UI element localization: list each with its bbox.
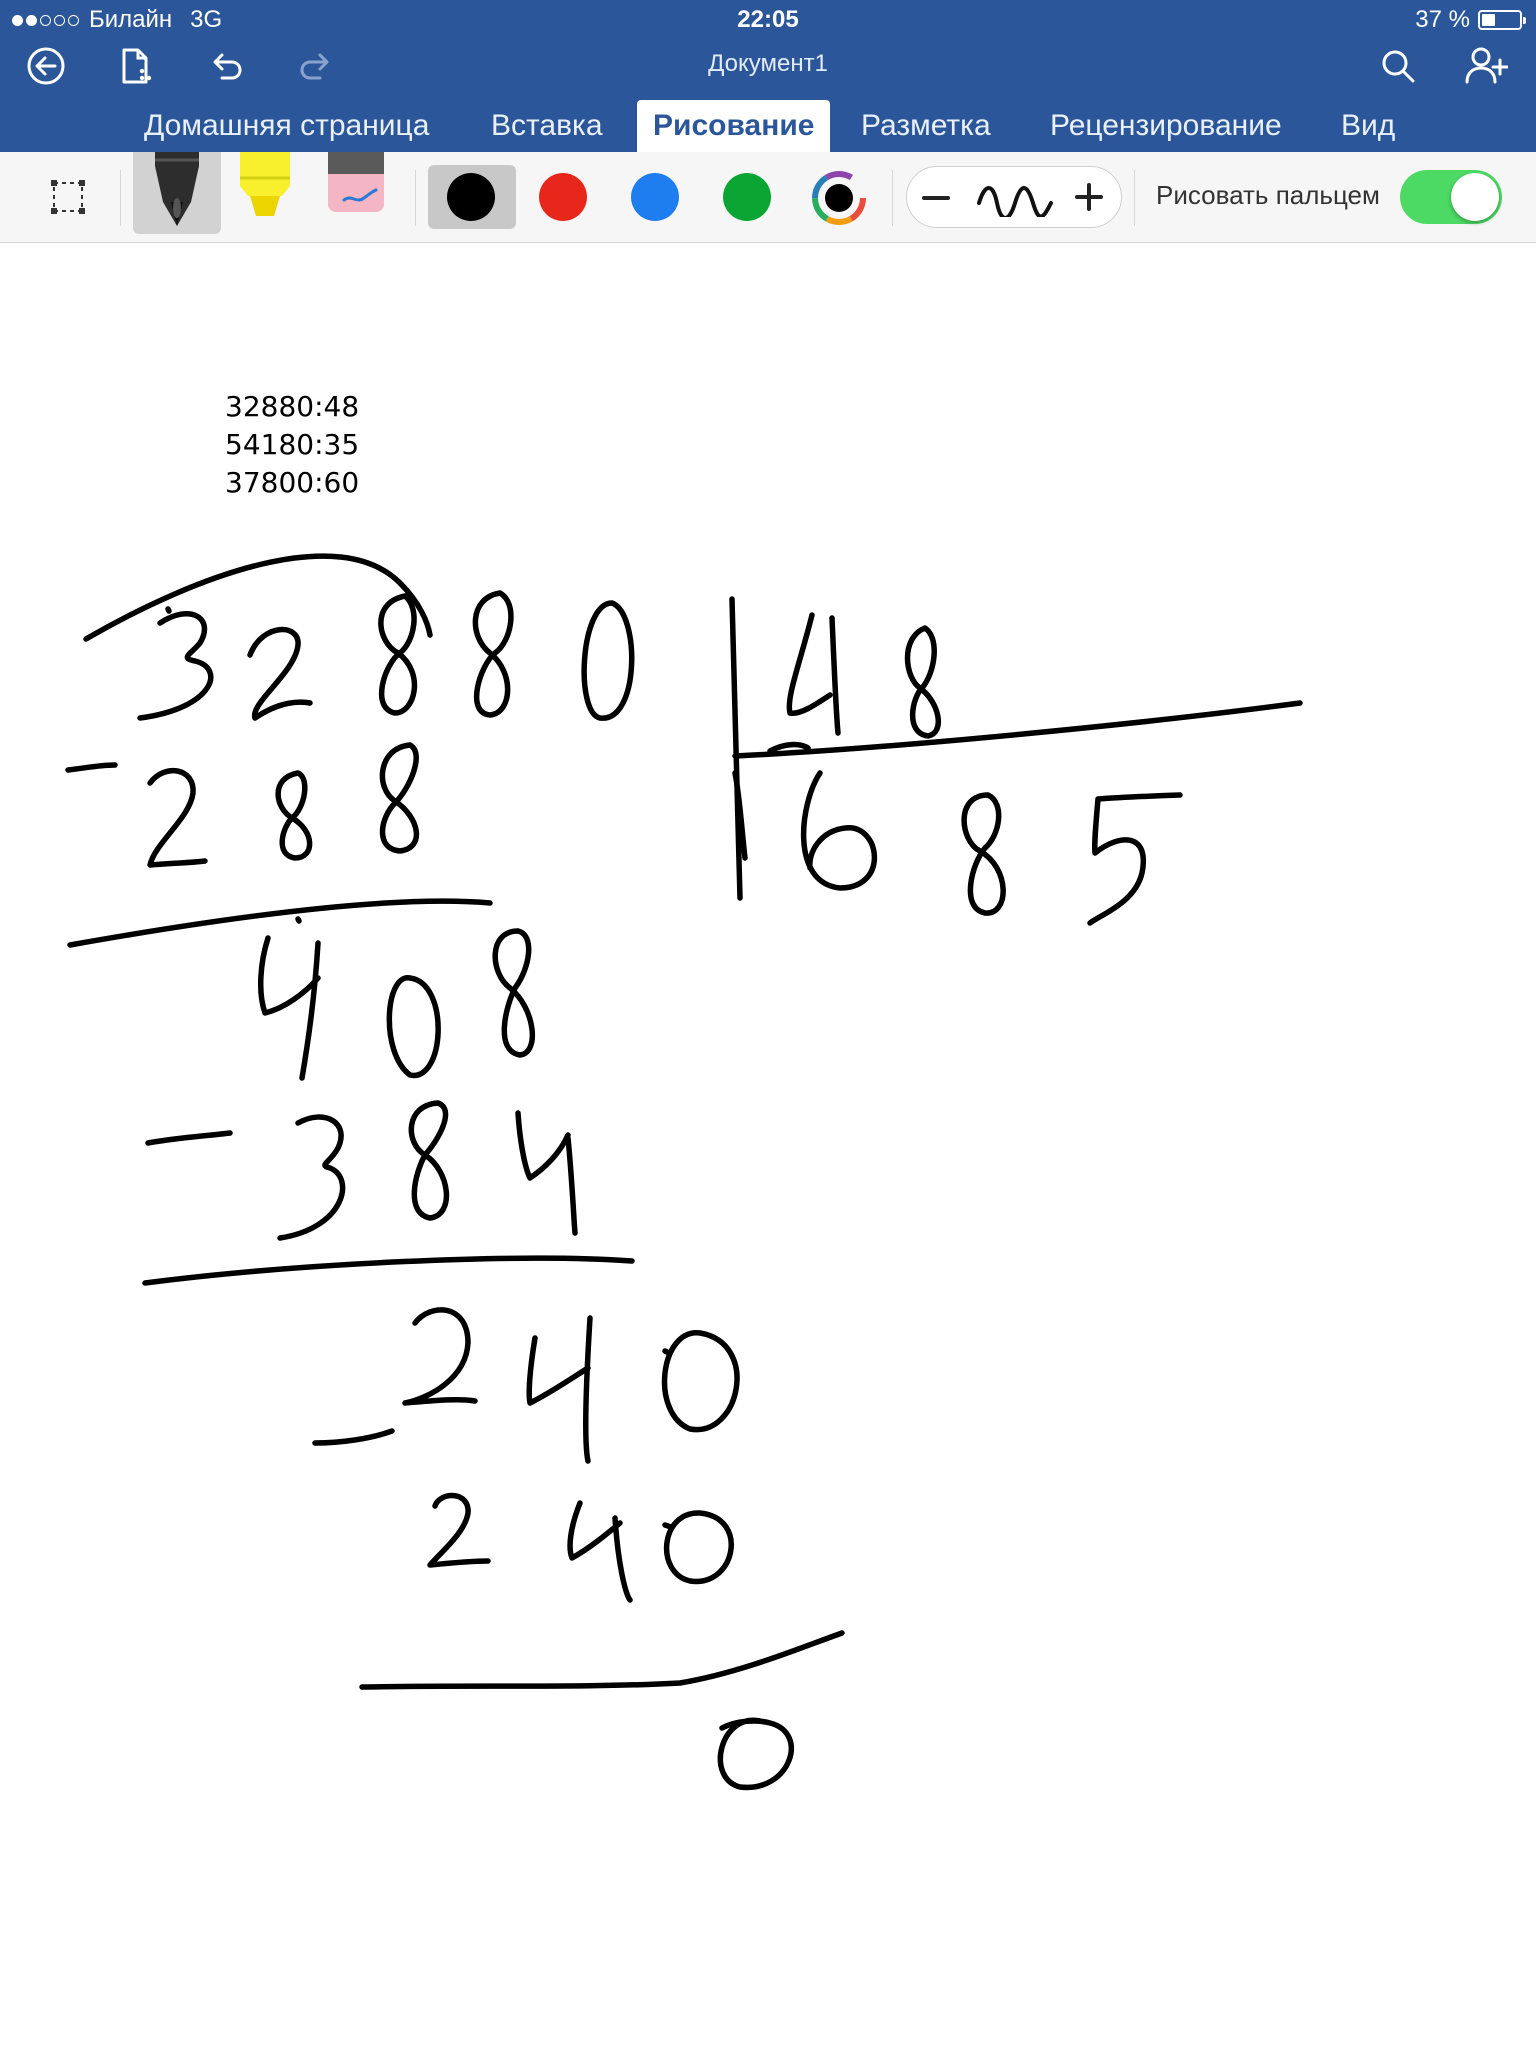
select-lasso-icon[interactable] [48,177,88,222]
color-green-swatch[interactable] [723,173,771,221]
more-colors-icon[interactable] [811,170,867,231]
tab-draw[interactable]: Рисование [637,100,831,152]
battery-percent: 37 % [1415,6,1470,33]
plus-icon[interactable] [1073,181,1105,218]
tab-review[interactable]: Рецензирование [1034,100,1298,152]
ink-division-vertical [729,596,743,901]
minus-icon[interactable] [921,183,951,218]
app-header: Билайн 3G 22:05 37 % Документ1 Домашняя … [0,0,1536,152]
color-red-swatch[interactable] [539,173,587,221]
highlighter-icon[interactable] [232,152,298,227]
ink-underline-1 [67,898,493,948]
ink-step3 [277,1100,578,1241]
battery-icon [1478,10,1526,30]
ink-minus [65,762,118,773]
ink-step1 [147,742,419,868]
tab-layout[interactable]: Разметка [845,100,1007,152]
ink-minus [145,1130,233,1146]
tab-home[interactable]: Домашняя страница [128,100,445,152]
ink-step2 [257,916,536,1081]
color-black-swatch[interactable] [447,173,495,221]
search-icon[interactable] [1376,44,1420,88]
ink-step4 [402,1307,740,1464]
ink-dividend [137,590,635,721]
ink-underline-3 [359,1630,845,1690]
draw-with-finger-toggle[interactable] [1400,170,1502,224]
ribbon-tabs: Домашняя страница Вставка Рисование Разм… [0,100,1536,152]
handwritten-long-division [65,553,1303,1791]
document-title[interactable]: Документ1 [0,50,1536,78]
nav-bar: Документ1 [0,40,1536,90]
draw-toolbar: Рисовать пальцем [0,152,1536,243]
ink-underline-2 [142,1255,635,1286]
tab-view[interactable]: Вид [1325,100,1411,152]
add-person-icon[interactable] [1464,44,1508,88]
ink-division-horizontal [732,700,1303,759]
ink-quotient [732,741,1183,926]
thickness-control [906,166,1122,228]
ink-remainder [717,1717,794,1791]
eraser-icon[interactable] [322,152,390,223]
ink-minus [312,1428,395,1446]
ink-divisor [786,612,941,739]
ink-step5 [427,1492,734,1603]
status-bar: Билайн 3G 22:05 37 % [0,0,1536,40]
tab-insert[interactable]: Вставка [475,100,619,152]
clock: 22:05 [737,6,799,33]
document-canvas[interactable]: 32880:48 54180:35 37800:60 [0,243,1536,2048]
pen-icon[interactable] [133,152,221,234]
stroke-wave-icon [975,179,1055,222]
draw-with-finger-label: Рисовать пальцем [1156,180,1380,210]
color-blue-swatch[interactable] [631,173,679,221]
